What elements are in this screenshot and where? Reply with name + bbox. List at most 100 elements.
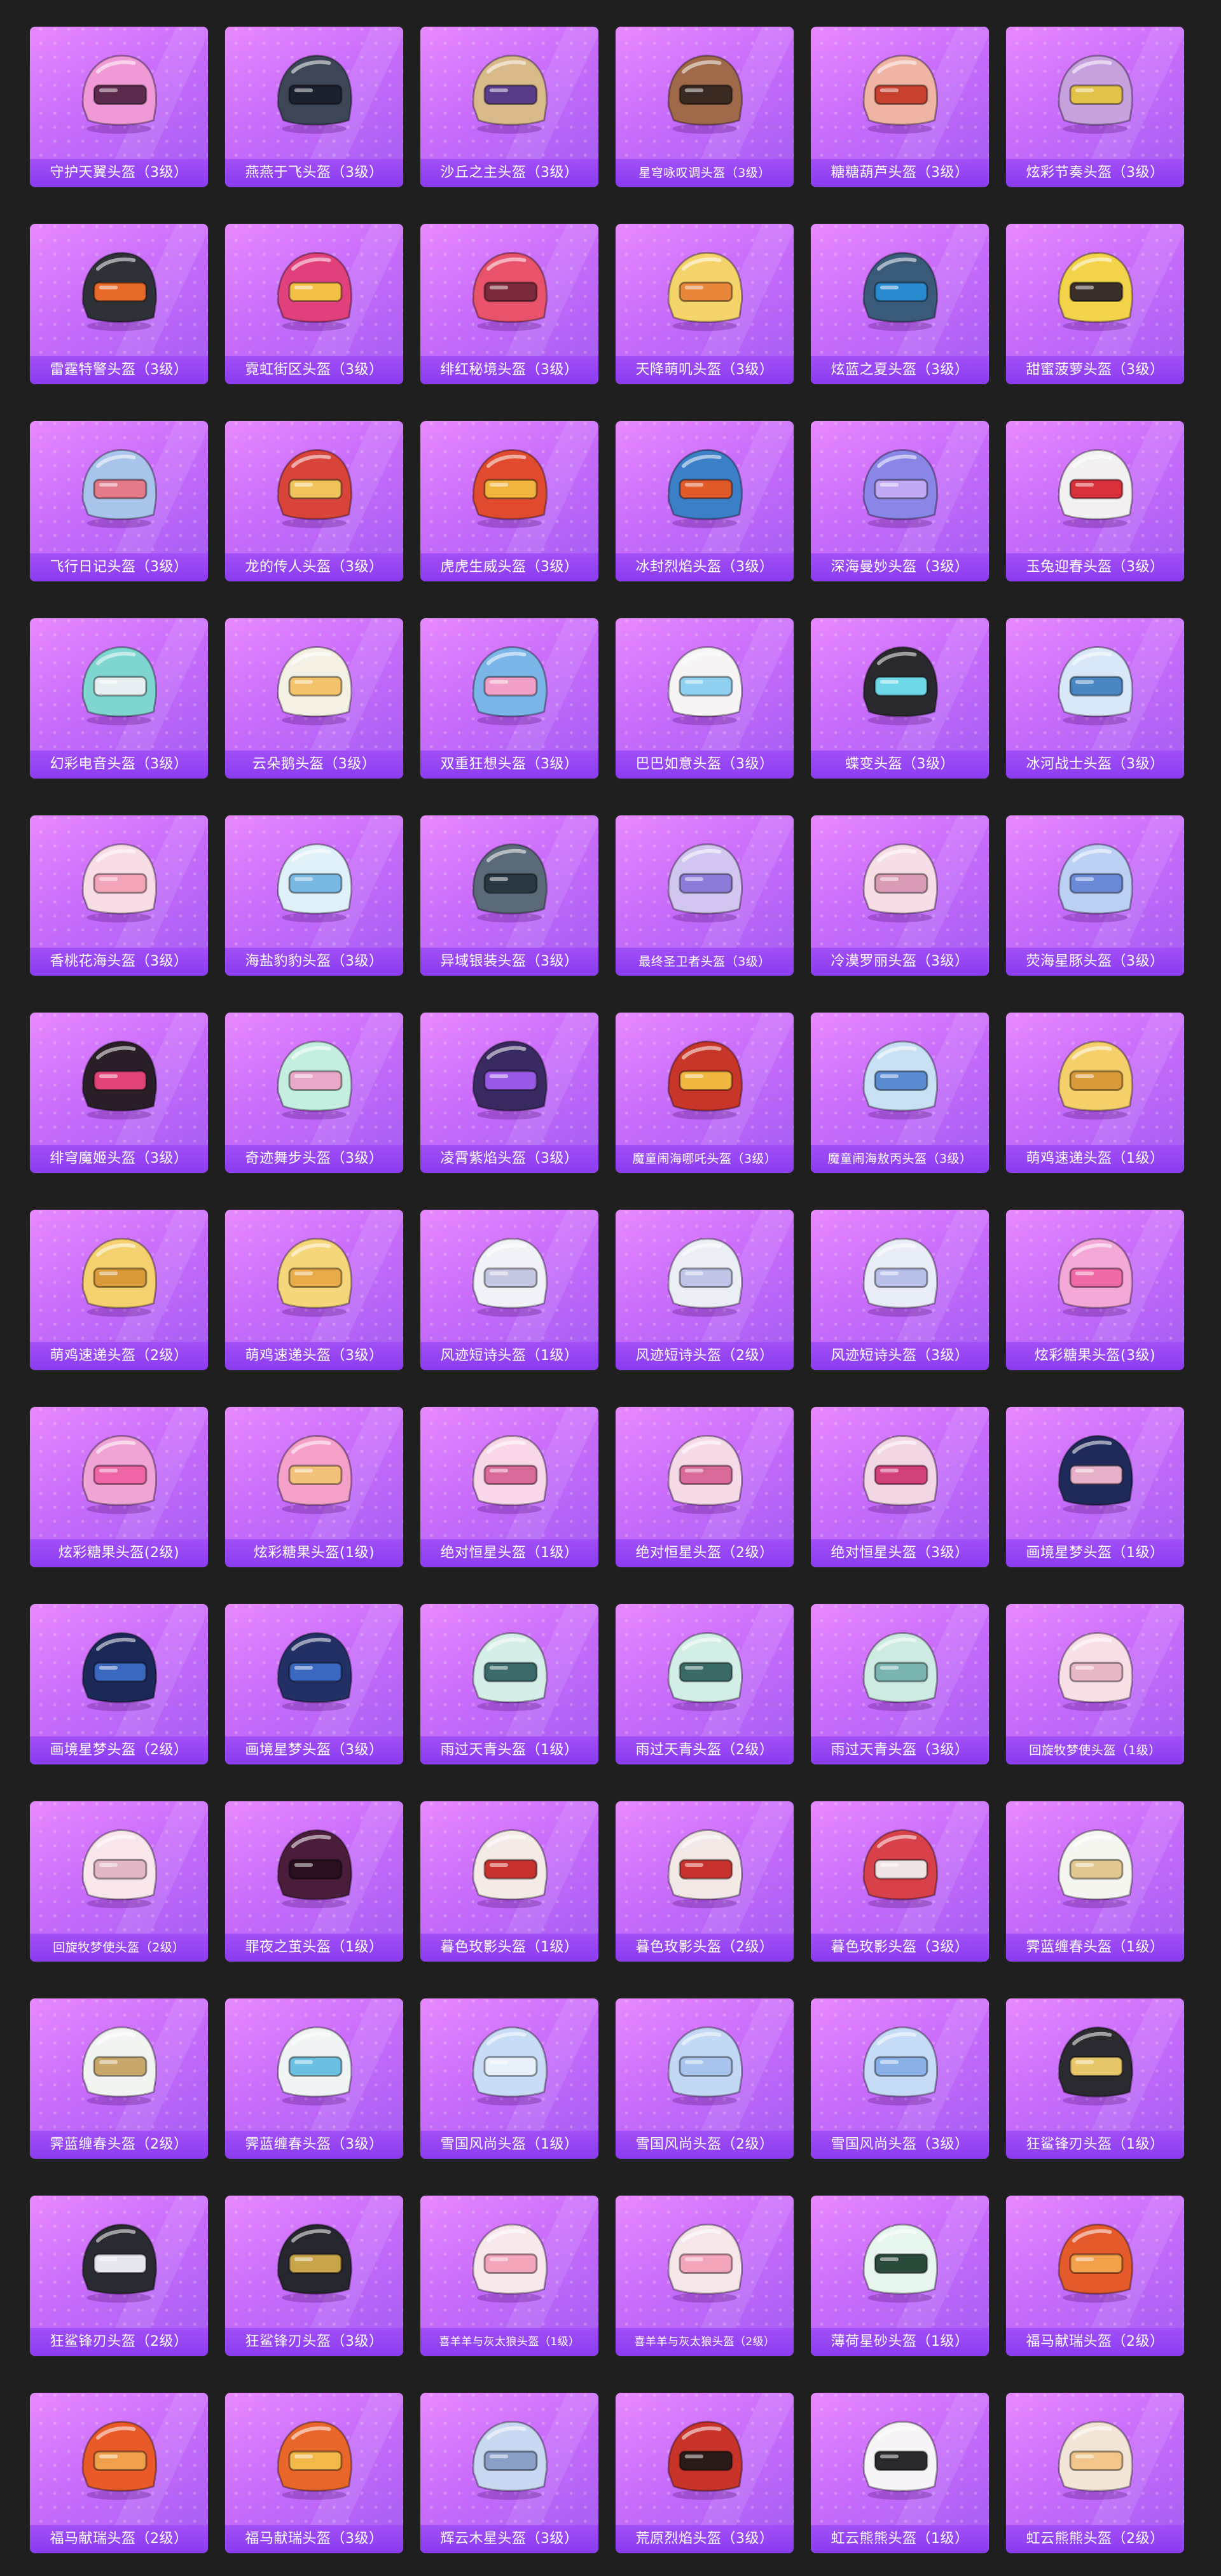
helmet-name-label: 荧海星豚头盔（3级） bbox=[1006, 948, 1184, 976]
helmet-card[interactable]: 龙的传人头盔（3级） bbox=[225, 421, 403, 581]
helmet-card[interactable]: 天降萌叽头盔（3级） bbox=[616, 224, 794, 384]
helmet-icon bbox=[472, 54, 548, 134]
helmet-card[interactable]: 福马献瑞头盔（2级） bbox=[1006, 2196, 1184, 2356]
helmet-card[interactable]: 蝶变头盔（3级） bbox=[811, 618, 989, 779]
helmet-name-label: 风迹短诗头盔（2级） bbox=[616, 1342, 794, 1370]
helmet-card[interactable]: 炫彩糖果头盔(1级) bbox=[225, 1407, 403, 1567]
helmet-card[interactable]: 荒原烈焰头盔（3级） bbox=[616, 2393, 794, 2553]
helmet-card[interactable]: 雪国风尚头盔（2级） bbox=[616, 1998, 794, 2159]
helmet-name-label: 天降萌叽头盔（3级） bbox=[616, 356, 794, 384]
helmet-card[interactable]: 霓虹街区头盔（3级） bbox=[225, 224, 403, 384]
helmet-card[interactable]: 风迹短诗头盔（1级） bbox=[420, 1210, 598, 1370]
helmet-card[interactable]: 炫彩节奏头盔（3级） bbox=[1006, 27, 1184, 187]
helmet-icon bbox=[1058, 448, 1133, 529]
helmet-icon bbox=[81, 1631, 157, 1712]
helmet-card[interactable]: 虹云熊熊头盔（2级） bbox=[1006, 2393, 1184, 2553]
helmet-icon bbox=[862, 2223, 938, 2303]
helmet-card[interactable]: 暮色玫影头盔（2级） bbox=[616, 1801, 794, 1962]
helmet-card[interactable]: 暮色玫影头盔（1级） bbox=[420, 1801, 598, 1962]
helmet-card[interactable]: 画境星梦头盔（3级） bbox=[225, 1604, 403, 1764]
helmet-card[interactable]: 深海曼妙头盔（3级） bbox=[811, 421, 989, 581]
helmet-card[interactable]: 炫彩糖果头盔(3级) bbox=[1006, 1210, 1184, 1370]
helmet-card[interactable]: 喜羊羊与灰太狼头盔（2级） bbox=[616, 2196, 794, 2356]
helmet-card[interactable]: 绝对恒星头盔（3级） bbox=[811, 1407, 989, 1567]
helmet-card[interactable]: 荧海星豚头盔（3级） bbox=[1006, 815, 1184, 976]
helmet-card[interactable]: 星穹咏叹调头盔（3级） bbox=[616, 27, 794, 187]
helmet-card[interactable]: 绝对恒星头盔（2级） bbox=[616, 1407, 794, 1567]
helmet-card[interactable]: 霁蓝缠春头盔（2级） bbox=[30, 1998, 208, 2159]
helmet-card[interactable]: 风迹短诗头盔（3级） bbox=[811, 1210, 989, 1370]
helmet-card[interactable]: 巴巴如意头盔（3级） bbox=[616, 618, 794, 779]
helmet-card[interactable]: 香桃花海头盔（3级） bbox=[30, 815, 208, 976]
helmet-card[interactable]: 福马献瑞头盔（2级） bbox=[30, 2393, 208, 2553]
helmet-card[interactable]: 炫蓝之夏头盔（3级） bbox=[811, 224, 989, 384]
helmet-card[interactable]: 燕燕于飞头盔（3级） bbox=[225, 27, 403, 187]
helmet-card[interactable]: 凌霄紫焰头盔（3级） bbox=[420, 1013, 598, 1173]
helmet-card[interactable]: 风迹短诗头盔（2级） bbox=[616, 1210, 794, 1370]
helmet-card[interactable]: 狂鲨锋刃头盔（1级） bbox=[1006, 1998, 1184, 2159]
helmet-card[interactable]: 喜羊羊与灰太狼头盔（1级） bbox=[420, 2196, 598, 2356]
helmet-icon bbox=[862, 251, 938, 331]
helmet-card[interactable]: 薄荷星砂头盔（1级） bbox=[811, 2196, 989, 2356]
helmet-icon bbox=[472, 2026, 548, 2106]
helmet-icon bbox=[81, 251, 157, 331]
helmet-card[interactable]: 云朵鹅头盔（3级） bbox=[225, 618, 403, 779]
helmet-icon bbox=[81, 1040, 157, 1120]
helmet-icon bbox=[277, 2420, 352, 2500]
helmet-card[interactable]: 甜蜜菠萝头盔（3级） bbox=[1006, 224, 1184, 384]
helmet-card[interactable]: 雪国风尚头盔（3级） bbox=[811, 1998, 989, 2159]
helmet-icon bbox=[862, 1237, 938, 1317]
helmet-card[interactable]: 魔童闹海敖丙头盔（3级） bbox=[811, 1013, 989, 1173]
helmet-card[interactable]: 糖糖葫芦头盔（3级） bbox=[811, 27, 989, 187]
helmet-card[interactable]: 回旋牧梦使头盔（1级） bbox=[1006, 1604, 1184, 1764]
helmet-card[interactable]: 画境星梦头盔（1级） bbox=[1006, 1407, 1184, 1567]
helmet-card[interactable]: 魔童闹海哪吒头盔（3级） bbox=[616, 1013, 794, 1173]
helmet-card[interactable]: 冰封烈焰头盔（3级） bbox=[616, 421, 794, 581]
helmet-card[interactable]: 狂鲨锋刃头盔（3级） bbox=[225, 2196, 403, 2356]
helmet-card[interactable]: 玉兔迎春头盔（3级） bbox=[1006, 421, 1184, 581]
helmet-card[interactable]: 双重狂想头盔（3级） bbox=[420, 618, 598, 779]
helmet-card[interactable]: 飞行日记头盔（3级） bbox=[30, 421, 208, 581]
helmet-card[interactable]: 雨过天青头盔（1级） bbox=[420, 1604, 598, 1764]
helmet-card[interactable]: 罪夜之茧头盔（1级） bbox=[225, 1801, 403, 1962]
helmet-card[interactable]: 画境星梦头盔（2级） bbox=[30, 1604, 208, 1764]
helmet-card[interactable]: 萌鸡速递头盔（1级） bbox=[1006, 1013, 1184, 1173]
helmet-name-label: 深海曼妙头盔（3级） bbox=[811, 553, 989, 581]
helmet-card[interactable]: 萌鸡速递头盔（3级） bbox=[225, 1210, 403, 1370]
helmet-card[interactable]: 雨过天青头盔（3级） bbox=[811, 1604, 989, 1764]
helmet-card[interactable]: 冰河战士头盔（3级） bbox=[1006, 618, 1184, 779]
helmet-name-label: 冰封烈焰头盔（3级） bbox=[616, 553, 794, 581]
helmet-name-label: 魔童闹海敖丙头盔（3级） bbox=[811, 1145, 989, 1173]
helmet-card[interactable]: 雷霆特警头盔（3级） bbox=[30, 224, 208, 384]
helmet-card[interactable]: 雨过天青头盔（2级） bbox=[616, 1604, 794, 1764]
helmet-card[interactable]: 萌鸡速递头盔（2级） bbox=[30, 1210, 208, 1370]
helmet-card[interactable]: 狂鲨锋刃头盔（2级） bbox=[30, 2196, 208, 2356]
helmet-card[interactable]: 虎虎生威头盔（3级） bbox=[420, 421, 598, 581]
helmet-card[interactable]: 福马献瑞头盔（3级） bbox=[225, 2393, 403, 2553]
helmet-card[interactable]: 霁蓝缠春头盔（1级） bbox=[1006, 1801, 1184, 1962]
helmet-card[interactable]: 炫彩糖果头盔(2级) bbox=[30, 1407, 208, 1567]
helmet-card[interactable]: 霁蓝缠春头盔（3级） bbox=[225, 1998, 403, 2159]
helmet-name-label: 龙的传人头盔（3级） bbox=[225, 553, 403, 581]
helmet-icon bbox=[1058, 1434, 1133, 1514]
helmet-card[interactable]: 守护天翼头盔（3级） bbox=[30, 27, 208, 187]
helmet-card[interactable]: 最终圣卫者头盔（3级） bbox=[616, 815, 794, 976]
helmet-card[interactable]: 绝对恒星头盔（1级） bbox=[420, 1407, 598, 1567]
helmet-card[interactable]: 海盐豹豹头盔（3级） bbox=[225, 815, 403, 976]
helmet-card[interactable]: 奇迹舞步头盔（3级） bbox=[225, 1013, 403, 1173]
helmet-name-label: 海盐豹豹头盔（3级） bbox=[225, 948, 403, 976]
helmet-card[interactable]: 回旋牧梦使头盔（2级） bbox=[30, 1801, 208, 1962]
helmet-card[interactable]: 暮色玫影头盔（3级） bbox=[811, 1801, 989, 1962]
helmet-name-label: 福马献瑞头盔（3级） bbox=[225, 2525, 403, 2553]
helmet-card[interactable]: 异域银装头盔（3级） bbox=[420, 815, 598, 976]
helmet-card[interactable]: 绯穹魔姬头盔（3级） bbox=[30, 1013, 208, 1173]
helmet-card[interactable]: 虹云熊熊头盔（1级） bbox=[811, 2393, 989, 2553]
helmet-card[interactable]: 辉云木星头盔（3级） bbox=[420, 2393, 598, 2553]
helmet-card[interactable]: 绯红秘境头盔（3级） bbox=[420, 224, 598, 384]
helmet-icon bbox=[862, 1631, 938, 1712]
helmet-card[interactable]: 冷漠罗丽头盔（3级） bbox=[811, 815, 989, 976]
helmet-card[interactable]: 雪国风尚头盔（1级） bbox=[420, 1998, 598, 2159]
helmet-card[interactable]: 幻彩电音头盔（3级） bbox=[30, 618, 208, 779]
helmet-name-label: 风迹短诗头盔（3级） bbox=[811, 1342, 989, 1370]
helmet-card[interactable]: 沙丘之主头盔（3级） bbox=[420, 27, 598, 187]
